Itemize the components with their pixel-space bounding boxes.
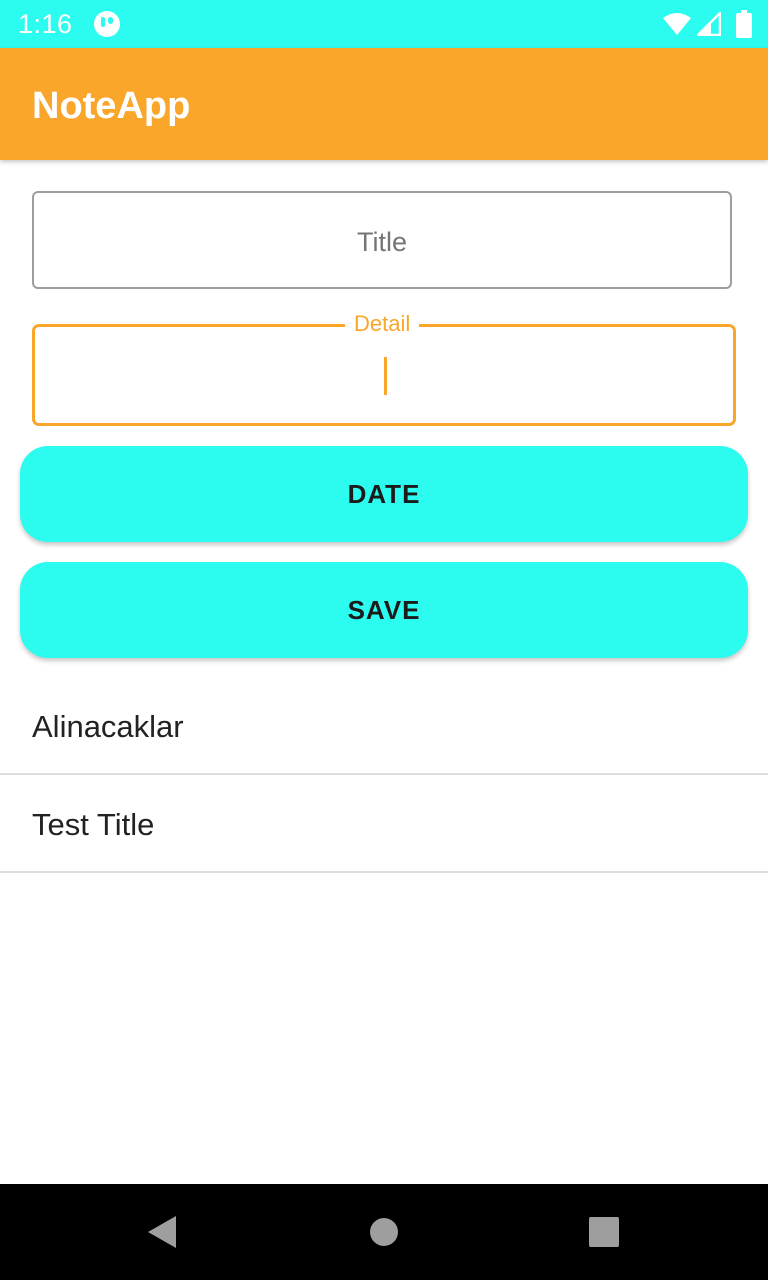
date-button[interactable]: DATE [20,446,748,542]
title-input[interactable]: Title [32,191,732,289]
status-bar: 1:16 [0,0,768,48]
note-list-item[interactable]: Test Title [0,775,768,873]
battery-icon [736,10,752,38]
text-cursor [384,357,387,395]
app-title: NoteApp [32,85,191,127]
detail-input[interactable]: Detail [32,310,736,426]
app-notification-icon [93,10,121,38]
note-title: Alinacaklar [32,709,184,744]
cell-signal-icon [694,9,722,37]
back-icon[interactable] [144,1214,180,1250]
save-button[interactable]: SAVE [20,562,748,658]
recents-icon[interactable] [589,1217,619,1247]
detail-label: Detail [345,310,420,338]
note-title: Test Title [32,807,155,842]
status-time: 1:16 [18,9,73,39]
title-placeholder: Title [356,227,407,257]
app-bar: NoteApp [0,48,768,160]
home-icon[interactable] [369,1217,399,1247]
navigation-bar [0,1184,768,1280]
note-list-item[interactable]: Alinacaklar [0,677,768,775]
wifi-icon [662,12,692,36]
